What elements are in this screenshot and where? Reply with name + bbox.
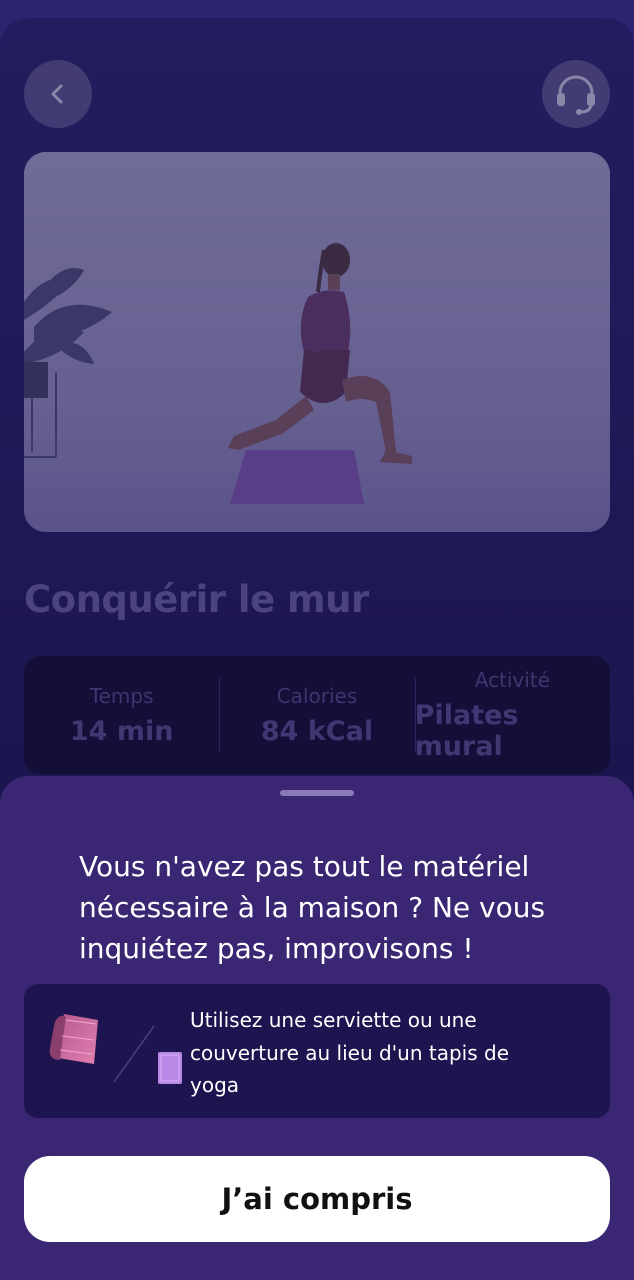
equipment-tip-card: Utilisez une serviette ou une couverture… <box>24 984 610 1118</box>
confirm-button[interactable]: J’ai compris <box>24 1156 610 1242</box>
stat-label: Activité <box>474 668 550 692</box>
stat-value: 14 min <box>69 715 174 747</box>
tip-text: Utilisez une serviette ou une couverture… <box>190 1008 510 1097</box>
stat-label: Temps <box>89 683 154 708</box>
yoga-mat <box>230 450 364 504</box>
exercise-illustration <box>24 152 610 532</box>
stat-activity: Activité Pilates mural <box>414 656 610 774</box>
headset-icon <box>557 75 595 115</box>
workout-title: Conquérir le mur <box>24 578 369 621</box>
chevron-left-icon <box>51 84 63 104</box>
sheet-heading: Vous n'avez pas tout le matériel nécessa… <box>79 850 546 965</box>
stat-time: Temps 14 min <box>24 656 219 774</box>
workout-stats: Temps 14 min Calories 84 kCal Activité P… <box>24 656 610 774</box>
stat-label: Calories <box>276 683 358 708</box>
stat-calories: Calories 84 kCal <box>219 656 414 774</box>
support-button[interactable] <box>542 60 610 128</box>
stat-value: 84 kCal <box>260 715 374 747</box>
equipment-bottom-sheet: Vous n'avez pas tout le matériel nécessa… <box>0 776 634 1280</box>
back-button[interactable] <box>24 60 92 128</box>
yoga-mat-towel-icon <box>49 1014 182 1084</box>
sheet-drag-handle[interactable] <box>280 790 354 796</box>
exercise-video-thumbnail[interactable] <box>24 152 610 532</box>
stat-value: Pilates mural <box>414 700 519 762</box>
